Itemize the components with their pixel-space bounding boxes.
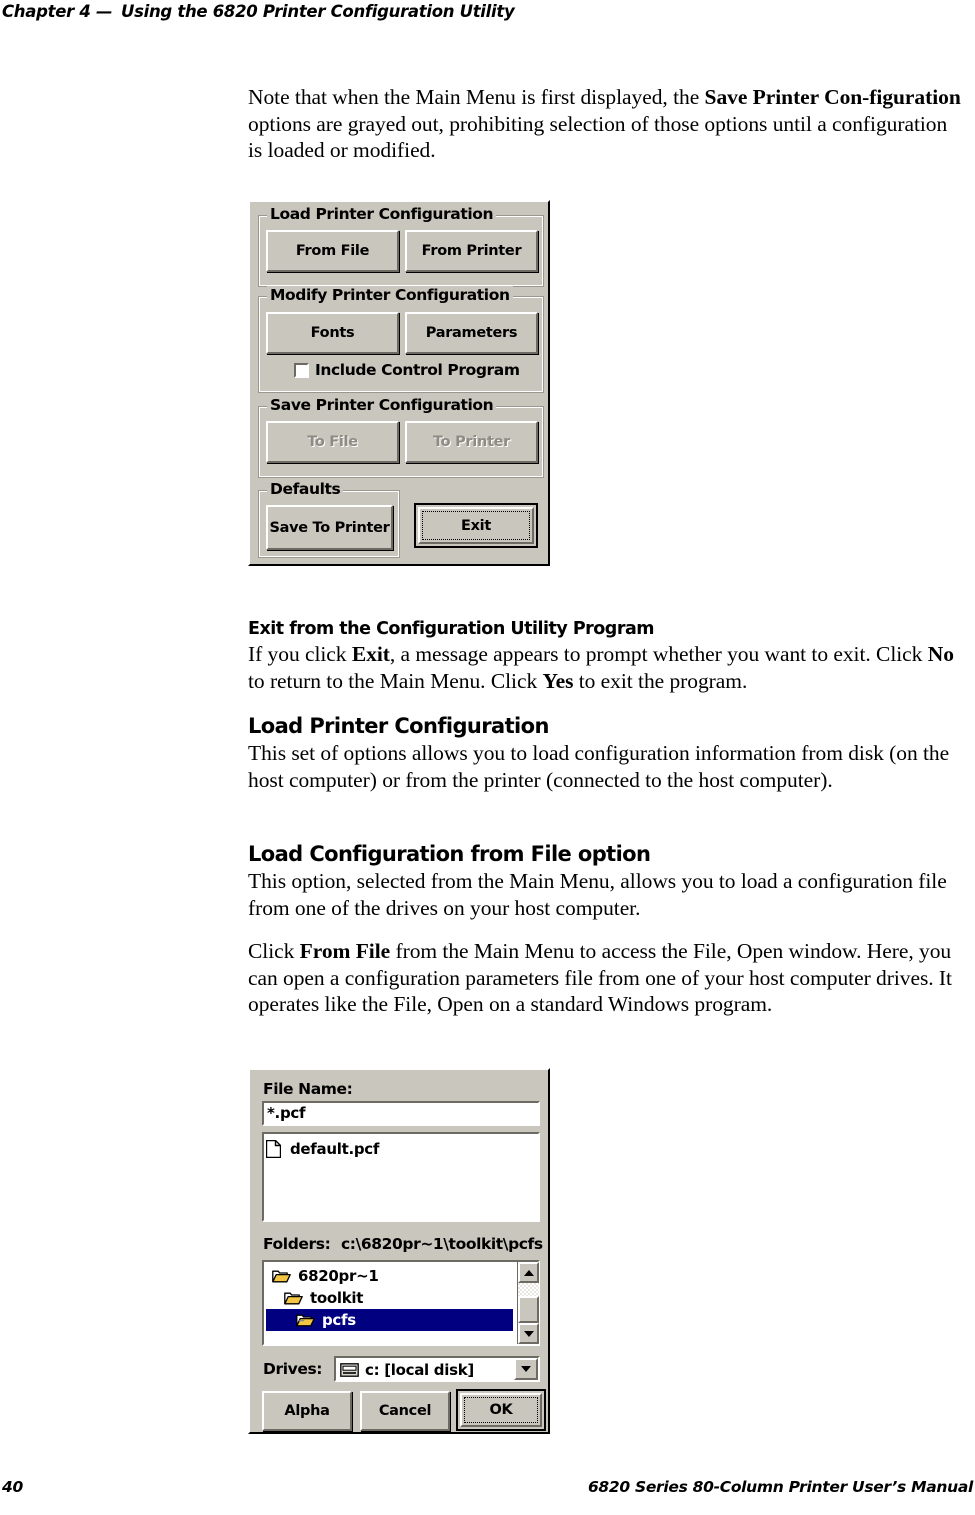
drives-value: c: [local disk] — [365, 1361, 474, 1379]
run-text: This option, selected from the Main Menu… — [248, 869, 947, 920]
cancel-button[interactable]: Cancel — [360, 1391, 450, 1431]
run-bold-yes: Yes — [542, 668, 574, 693]
section-exit-from-utility: Exit from the Configuration Utility Prog… — [248, 618, 962, 694]
folder-item-label: pcfs — [322, 1311, 356, 1329]
intro-paragraph: Note that when the Main Menu is first di… — [248, 84, 962, 164]
to-printer-button: To Printer — [405, 421, 538, 463]
heading-exit-from-utility: Exit from the Configuration Utility Prog… — [248, 619, 655, 639]
intro-text-bold: Save Printer Con-figuration — [704, 85, 961, 109]
scroll-up-arrow-icon — [523, 1269, 534, 1276]
checkbox-box-icon[interactable] — [294, 362, 309, 378]
parameters-label: Parameters — [425, 325, 518, 341]
paragraph-load-config-intro: This option, selected from the Main Menu… — [248, 868, 962, 921]
to-file-button: To File — [266, 421, 399, 463]
group-title-load: Load Printer Configuration — [267, 205, 497, 224]
fonts-label: Fonts — [310, 325, 355, 341]
paragraph-click-from-file: Click From File from the Main Menu to ac… — [248, 938, 962, 1018]
document-icon — [265, 1139, 282, 1159]
folders-path: c:\6820pr~1\toolkit\pcfs — [341, 1235, 543, 1253]
drives-combobox[interactable]: c: [local disk] — [334, 1356, 540, 1382]
running-head-title: Using the 6820 Printer Configuration Uti… — [121, 2, 515, 21]
paragraph-load-printer-configuration: This set of options allows you to load c… — [248, 740, 962, 793]
run-bold-from-file: From File — [299, 939, 391, 964]
from-printer-button[interactable]: From Printer — [405, 230, 538, 272]
drive-icon — [340, 1363, 359, 1377]
section-load-printer-configuration: Load Printer Configuration This set of o… — [248, 713, 962, 793]
from-file-label: From File — [295, 243, 370, 259]
run-text: Click — [248, 939, 300, 964]
exit-label: Exit — [461, 517, 491, 534]
list-item[interactable]: default.pcf — [265, 1138, 536, 1160]
group-title-modify: Modify Printer Configuration — [267, 286, 513, 305]
file-open-dialog: File Name: *.pcf default.pcf Folders: c:… — [248, 1068, 550, 1434]
run-text: to exit the program. — [573, 668, 748, 693]
list-item[interactable]: toolkit — [266, 1287, 513, 1309]
running-head-chapter: Chapter 4 — [2, 2, 91, 21]
run-bold-no: No — [927, 642, 954, 666]
file-list-box[interactable]: default.pcf — [262, 1132, 540, 1222]
scroll-up-button[interactable] — [518, 1262, 539, 1283]
folder-item-label: 6820pr~1 — [298, 1267, 379, 1285]
running-head-dash: — — [96, 2, 113, 21]
to-file-label: To File — [307, 434, 358, 450]
paragraph-exit-from-utility: If you click Exit, a message appears to … — [248, 641, 962, 694]
to-printer-label: To Printer — [433, 434, 510, 450]
scrollbar-thumb[interactable] — [518, 1296, 539, 1323]
alpha-button[interactable]: Alpha — [262, 1391, 352, 1431]
page-number: 40 — [2, 1478, 23, 1496]
from-printer-label: From Printer — [421, 243, 522, 259]
folder-open-icon — [296, 1313, 315, 1327]
intro-text-part1: Note that when the Main Menu is first di… — [248, 85, 705, 109]
drives-dropdown-button[interactable] — [514, 1358, 538, 1380]
folders-label: Folders: — [263, 1235, 331, 1253]
heading-load-printer-configuration: Load Printer Configuration — [248, 714, 549, 738]
cancel-label: Cancel — [378, 1403, 432, 1419]
intro-paragraph-block: Note that when the Main Menu is first di… — [248, 84, 962, 164]
manual-title: 6820 Series 80-Column Printer User’s Man… — [587, 1478, 973, 1496]
file-name-label: File Name: — [263, 1080, 353, 1098]
folder-closed-icon — [284, 1291, 303, 1305]
folder-item-label: toolkit — [310, 1289, 364, 1307]
run-text: This set of options allows you to load c… — [248, 741, 950, 792]
exit-button[interactable]: Exit — [414, 503, 538, 548]
intro-text-part2: options are grayed out, prohibiting sele… — [248, 111, 948, 163]
scroll-down-button[interactable] — [518, 1323, 539, 1344]
main-menu-dialog: Load Printer Configuration From File Fro… — [248, 200, 550, 566]
run-bold-exit: Exit — [351, 642, 390, 666]
ok-button[interactable]: OK — [456, 1389, 546, 1431]
list-item[interactable]: pcfs — [266, 1309, 513, 1331]
from-file-button[interactable]: From File — [266, 230, 399, 272]
file-name-value: *.pcf — [267, 1104, 306, 1122]
running-head: Chapter 4 — Using the 6820 Printer Confi… — [0, 0, 975, 26]
list-item[interactable]: 6820pr~1 — [266, 1265, 513, 1287]
folder-tree-list[interactable]: 6820pr~1 toolkit pcfs — [262, 1260, 540, 1346]
save-to-printer-button[interactable]: Save To Printer — [266, 505, 393, 550]
group-title-defaults: Defaults — [267, 480, 344, 499]
fonts-button[interactable]: Fonts — [266, 312, 399, 354]
file-item-label: default.pcf — [290, 1140, 380, 1158]
ok-label: OK — [489, 1402, 513, 1418]
group-title-save: Save Printer Configuration — [267, 396, 497, 415]
heading-load-configuration-from-file: Load Configuration from File option — [248, 842, 651, 866]
run-text: , a message appears to prompt whether yo… — [389, 642, 928, 666]
drives-label: Drives: — [263, 1360, 323, 1378]
scroll-down-arrow-icon — [523, 1330, 534, 1337]
run-text: to return to the Main Menu. Click — [248, 668, 543, 693]
include-control-program-label: Include Control Program — [315, 361, 520, 379]
scrollbar-track[interactable] — [518, 1283, 539, 1296]
include-control-program-checkbox[interactable]: Include Control Program — [294, 361, 520, 379]
save-to-printer-label: Save To Printer — [269, 519, 390, 536]
chevron-down-icon — [521, 1366, 531, 1372]
parameters-button[interactable]: Parameters — [405, 312, 538, 354]
run-text: If you click — [248, 642, 352, 666]
file-name-input[interactable]: *.pcf — [262, 1101, 540, 1126]
alpha-label: Alpha — [284, 1403, 330, 1419]
folder-closed-icon — [272, 1269, 291, 1283]
drives-value-row: c: [local disk] — [340, 1359, 512, 1381]
section-load-configuration-from-file: Load Configuration from File option This… — [248, 841, 962, 1018]
folder-list-scrollbar[interactable] — [517, 1262, 539, 1344]
running-foot: 40 6820 Series 80-Column Printer User’s … — [0, 1478, 975, 1504]
